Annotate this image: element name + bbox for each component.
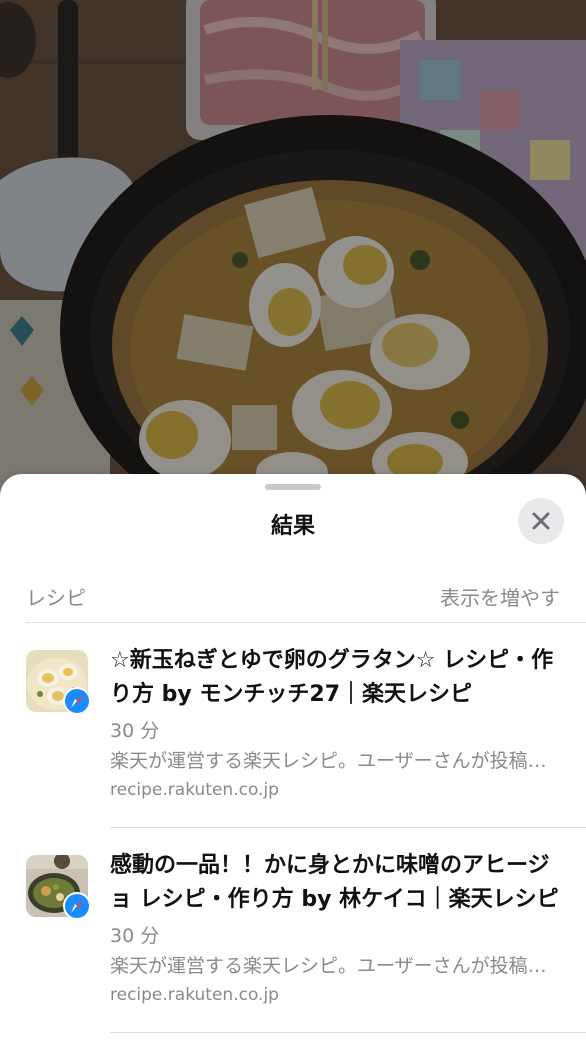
sheet-title: 結果 [270,514,315,539]
sheet-grabber[interactable] [265,484,321,490]
result-item-2[interactable]: 感動の一品！！かに身とかに味噌のアヒージョ レシピ・作り方 by 林ケイコ｜楽天… [0,829,586,1034]
result-item-1[interactable]: ☆新玉ねぎとゆで卵のグラタン☆ レシピ・作り方 by モンチッチ27｜楽天レシピ… [0,624,586,829]
close-icon [532,512,550,530]
result-divider [110,827,586,828]
result-divider [110,1032,586,1033]
result-description: 楽天が運営する楽天レシピ。ユーザーさんが投稿したレシピ [110,750,556,772]
close-button[interactable] [518,498,564,544]
result-description: 楽天が運営する楽天レシピ。ユーザーさんが投稿したレシピ [110,955,556,977]
background-photo [0,0,586,520]
result-domain: recipe.rakuten.co.jp [110,985,279,1005]
recipe-section-header: レシピ 表示を増やす [26,582,560,612]
result-thumbnail [26,650,91,715]
result-title: ☆新玉ねぎとゆで卵のグラタン☆ レシピ・作り方 by モンチッチ27｜楽天レシピ [110,648,554,707]
result-title: 感動の一品！！かに身とかに味噌のアヒージョ レシピ・作り方 by 林ケイコ｜楽天… [110,853,559,912]
safari-compass-icon [62,686,92,716]
show-more-button[interactable]: 表示を増やす [440,582,560,611]
result-cook-time: 30 分 [110,720,160,742]
section-divider [26,622,586,623]
safari-compass-icon [62,891,92,921]
section-title: レシピ [26,586,86,610]
result-thumbnail [26,855,91,920]
result-cook-time: 30 分 [110,925,160,947]
results-sheet: 結果 レシピ 表示を増やす ☆新玉ねぎとゆで卵のグラタン☆ レシピ・作り方 by… [0,474,586,1042]
result-domain: recipe.rakuten.co.jp [110,780,279,800]
